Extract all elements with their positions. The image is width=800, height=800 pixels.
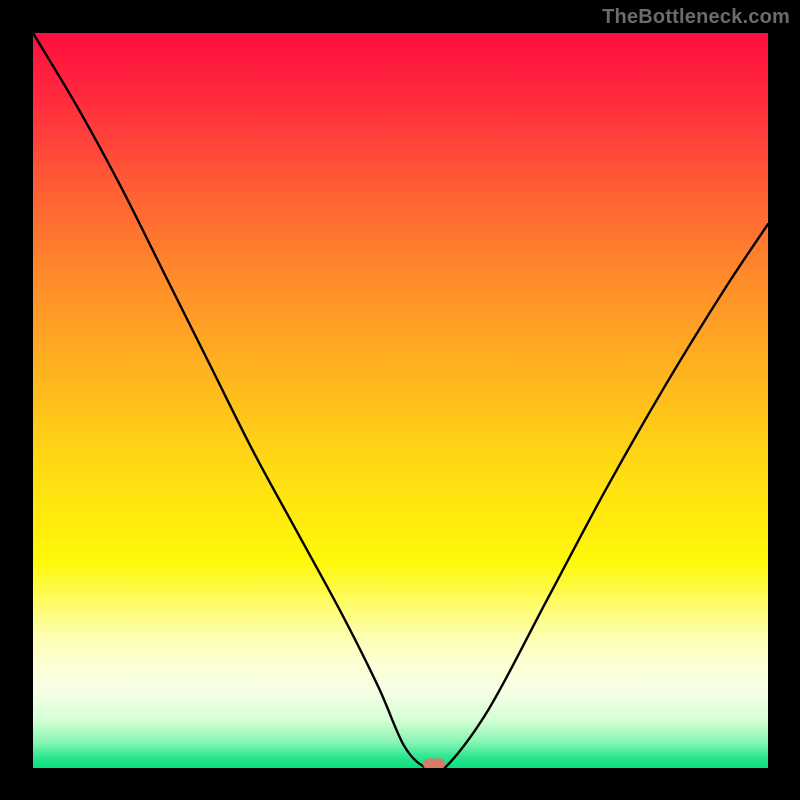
watermark-text: TheBottleneck.com — [602, 6, 790, 29]
chart-frame: TheBottleneck.com — [0, 0, 800, 800]
target-marker — [423, 759, 445, 768]
plot-area — [33, 33, 768, 768]
chart-background-gradient — [33, 33, 768, 768]
